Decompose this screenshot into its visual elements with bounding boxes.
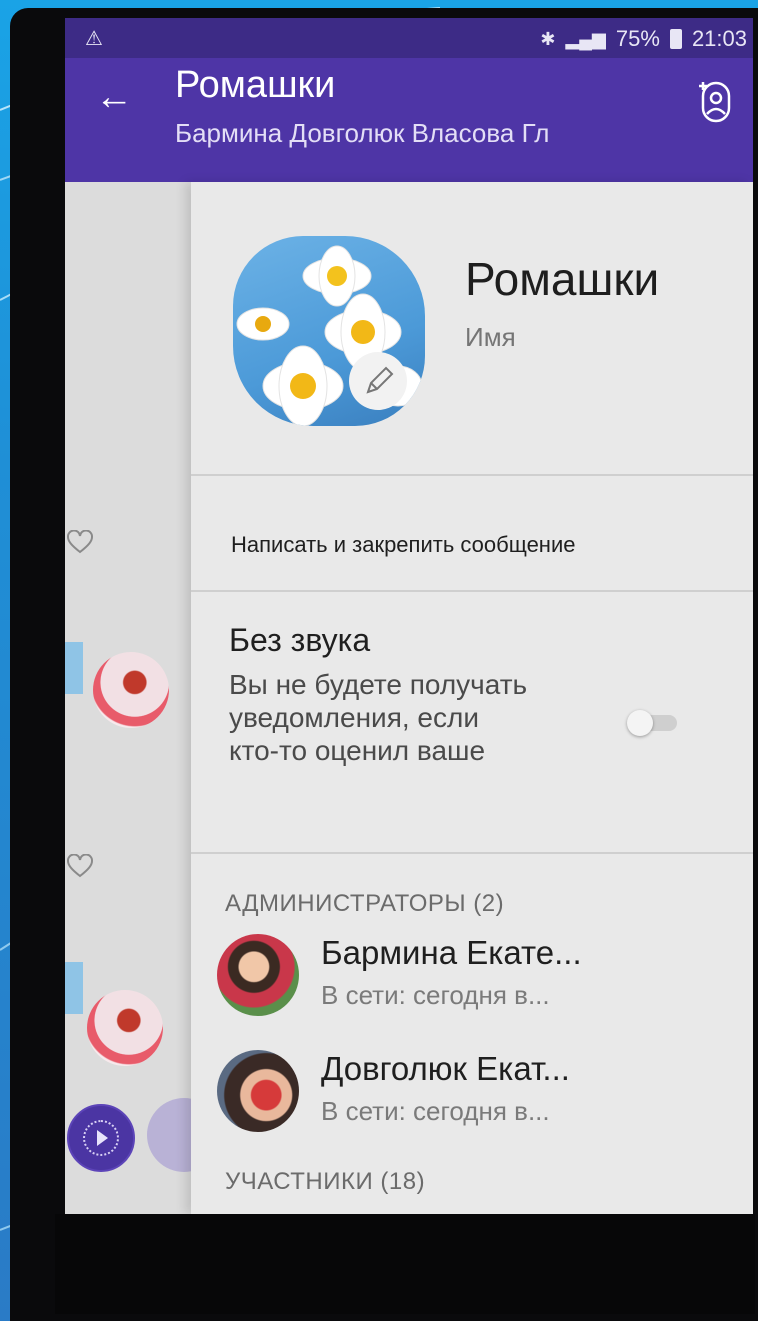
phone-bezel <box>55 1214 755 1314</box>
chat-members-subtitle: Бармина Довголюк Власова Гл <box>175 118 550 148</box>
play-button[interactable] <box>67 1104 135 1172</box>
heart-icon[interactable] <box>67 854 93 878</box>
group-name[interactable]: Ромашки <box>465 252 659 306</box>
admin-status: В сети: сегодня в... <box>321 1096 550 1126</box>
sender-avatar[interactable] <box>87 990 163 1066</box>
admin-item[interactable]: Довголюк Екат... В сети: сегодня в... <box>217 1050 737 1140</box>
admin-name: Бармина Екате... <box>321 934 582 971</box>
admin-status: В сети: сегодня в... <box>321 980 550 1010</box>
mute-description: Вы не будете получать уведомления, если … <box>229 669 528 766</box>
bluetooth-icon: ✱ <box>540 28 556 49</box>
app-bar: ← Ромашки Бармина Довголюк Власова Гл <box>65 58 753 182</box>
add-user-icon[interactable] <box>693 80 739 126</box>
admin-name: Довголюк Екат... <box>321 1050 570 1087</box>
admin-item[interactable]: Бармина Екате... В сети: сегодня в... <box>217 934 737 1024</box>
clock: 21:03 <box>691 26 747 51</box>
status-bar: ⚠ ✱ ▂▄▆ 75% 21:03 <box>65 18 753 58</box>
edit-avatar-button[interactable] <box>349 352 407 410</box>
back-arrow-icon[interactable]: ← <box>95 76 133 119</box>
divider <box>191 474 753 476</box>
chat-title: Ромашки <box>175 64 336 106</box>
participants-header: УЧАСТНИКИ (18) <box>225 1168 426 1195</box>
mute-title: Без звука <box>229 622 371 658</box>
group-name-label: Имя <box>465 322 516 352</box>
pin-message-button[interactable]: Написать и закрепить сообщение <box>231 532 575 558</box>
admin-avatar <box>217 1050 299 1132</box>
message-bubble-edge <box>65 642 83 694</box>
chat-background <box>65 182 221 1214</box>
battery-percent: 75% <box>615 26 660 51</box>
admins-header: АДМИНИСТРАТОРЫ (2) <box>225 890 505 917</box>
sender-avatar[interactable] <box>93 652 169 728</box>
battery-icon <box>669 29 682 49</box>
chat-info-panel: Ромашки Имя Написать и закрепить сообщен… <box>191 182 753 1214</box>
toggle-knob <box>627 710 653 736</box>
admin-avatar <box>217 934 299 1016</box>
pencil-icon <box>366 366 394 394</box>
warning-icon: ⚠ <box>85 28 103 50</box>
mute-toggle[interactable] <box>627 710 681 736</box>
app-screen: ⚠ ✱ ▂▄▆ 75% 21:03 ← Ромашки Бармина Довг… <box>65 18 753 1214</box>
divider <box>191 852 753 854</box>
signal-icon: ▂▄▆ <box>565 28 606 49</box>
message-bubble-edge <box>65 962 83 1014</box>
divider <box>191 590 753 592</box>
play-icon <box>97 1130 108 1146</box>
heart-icon[interactable] <box>67 530 93 554</box>
